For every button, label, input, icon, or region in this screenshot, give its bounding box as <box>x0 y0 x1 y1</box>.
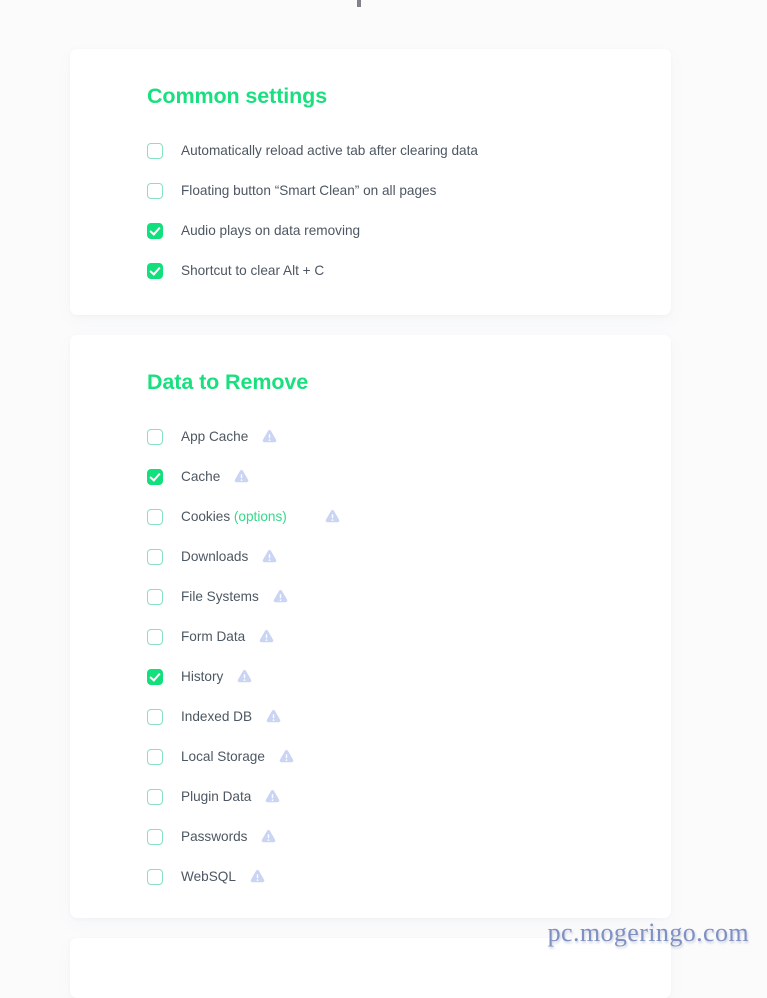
option-row[interactable]: History <box>147 657 671 697</box>
checkbox-shortcut-to-clear-alt-c[interactable] <box>147 262 163 279</box>
option-label-text: App Cache <box>181 428 249 444</box>
checkbox-app-cache[interactable] <box>147 428 163 445</box>
option-row[interactable]: Audio plays on data removing <box>147 211 671 251</box>
option-label-text: Cache <box>181 468 221 484</box>
option-row[interactable]: File Systems <box>147 577 671 617</box>
common-settings-list: Automatically reload active tab after cl… <box>147 131 671 291</box>
option-label-text: Downloads <box>181 548 249 564</box>
option-row[interactable]: Floating button “Smart Clean” on all pag… <box>147 171 671 211</box>
option-row[interactable]: Downloads <box>147 537 671 577</box>
option-label: Local Storage <box>181 750 265 764</box>
option-row[interactable]: Cache <box>147 457 671 497</box>
option-label: Plugin Data <box>181 790 251 804</box>
option-row[interactable]: Cookies (options) <box>147 497 671 537</box>
option-label-text: Passwords <box>181 828 248 844</box>
option-label-text: Local Storage <box>181 748 265 764</box>
option-label: Downloads <box>181 550 248 564</box>
option-label-text: Floating button “Smart Clean” on all pag… <box>181 182 437 198</box>
option-label-text: Shortcut to clear Alt + C <box>181 262 325 278</box>
checkbox-downloads[interactable] <box>147 548 163 565</box>
checkbox-websql[interactable] <box>147 868 163 885</box>
option-label-text: Automatically reload active tab after cl… <box>181 142 478 158</box>
option-label-text: Audio plays on data removing <box>181 222 361 238</box>
warning-triangle-icon[interactable] <box>324 508 341 525</box>
data-to-remove-title: Data to Remove <box>147 370 309 394</box>
option-label-text: File Systems <box>181 588 259 604</box>
warning-triangle-icon[interactable] <box>265 708 282 725</box>
option-label: Cookies (options) <box>181 510 287 524</box>
clipped-text-sliver <box>357 0 361 7</box>
warning-triangle-icon[interactable] <box>260 828 277 845</box>
option-row[interactable]: App Cache <box>147 417 671 457</box>
warning-triangle-icon[interactable] <box>264 788 281 805</box>
checkbox-floating-button-smart-clean-on-all-pages[interactable] <box>147 182 163 199</box>
option-row[interactable]: Plugin Data <box>147 777 671 817</box>
option-label: Shortcut to clear Alt + C <box>181 264 324 278</box>
site-watermark: pc.mogeringo.com <box>547 918 749 947</box>
checkbox-cache[interactable] <box>147 468 163 485</box>
option-label-text: WebSQL <box>181 868 236 884</box>
checkbox-form-data[interactable] <box>147 628 163 645</box>
option-label: Cache <box>181 470 220 484</box>
checkbox-history[interactable] <box>147 668 163 685</box>
checkbox-cookies[interactable] <box>147 508 163 525</box>
option-label: Audio plays on data removing <box>181 224 360 238</box>
option-row[interactable]: Passwords <box>147 817 671 857</box>
warning-triangle-icon[interactable] <box>261 428 278 445</box>
checkbox-plugin-data[interactable] <box>147 788 163 805</box>
checkbox-passwords[interactable] <box>147 828 163 845</box>
checkbox-automatically-reload-active-tab-after-clearing-data[interactable] <box>147 142 163 159</box>
warning-triangle-icon[interactable] <box>278 748 295 765</box>
option-label: Automatically reload active tab after cl… <box>181 144 478 158</box>
checkbox-audio-plays-on-data-removing[interactable] <box>147 222 163 239</box>
option-label: Form Data <box>181 630 245 644</box>
option-label: History <box>181 670 223 684</box>
option-label: File Systems <box>181 590 259 604</box>
warning-triangle-icon[interactable] <box>233 468 250 485</box>
option-row[interactable]: WebSQL <box>147 857 671 897</box>
checkbox-file-systems[interactable] <box>147 588 163 605</box>
option-label-text: History <box>181 668 224 684</box>
cookies-options-link[interactable]: (options) <box>234 509 287 524</box>
option-label: Indexed DB <box>181 710 252 724</box>
option-label: Floating button “Smart Clean” on all pag… <box>181 184 436 198</box>
warning-triangle-icon[interactable] <box>236 668 253 685</box>
option-label-text: Plugin Data <box>181 788 252 804</box>
warning-triangle-icon[interactable] <box>249 868 266 885</box>
data-to-remove-card: Data to Remove App Cache Cache Cookies (op… <box>70 335 671 918</box>
option-label-text: Form Data <box>181 628 246 644</box>
option-label-text: Cookies <box>181 508 231 524</box>
option-label-text: Indexed DB <box>181 708 253 724</box>
checkbox-local-storage[interactable] <box>147 748 163 765</box>
option-label: Passwords <box>181 830 247 844</box>
option-label: App Cache <box>181 430 248 444</box>
option-row[interactable]: Local Storage <box>147 737 671 777</box>
option-row[interactable]: Form Data <box>147 617 671 657</box>
warning-triangle-icon[interactable] <box>272 588 289 605</box>
common-settings-card: Common settings Automatically reload act… <box>70 49 671 315</box>
data-to-remove-list: App Cache Cache Cookies (options) Downloads… <box>147 417 671 897</box>
warning-triangle-icon[interactable] <box>261 548 278 565</box>
options-page: Common settings Automatically reload act… <box>0 0 767 998</box>
common-settings-title: Common settings <box>147 84 328 108</box>
option-row[interactable]: Automatically reload active tab after cl… <box>147 131 671 171</box>
warning-triangle-icon[interactable] <box>258 628 275 645</box>
option-row[interactable]: Indexed DB <box>147 697 671 737</box>
option-row[interactable]: Shortcut to clear Alt + C <box>147 251 671 291</box>
option-label: WebSQL <box>181 870 236 884</box>
checkbox-indexed-db[interactable] <box>147 708 163 725</box>
